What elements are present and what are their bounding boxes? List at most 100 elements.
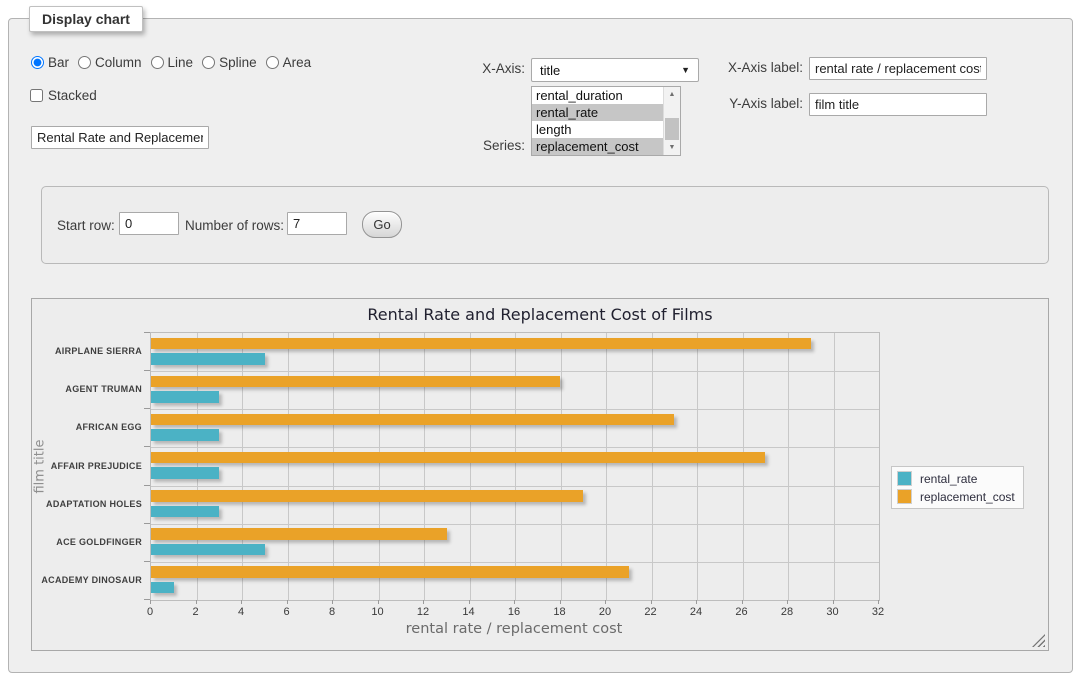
axis-tick (605, 600, 606, 604)
axis-tick (144, 446, 150, 447)
y-axis-label-input[interactable] (809, 93, 987, 116)
bar-rental_rate (151, 582, 174, 594)
gridline (515, 333, 516, 600)
radio-icon[interactable] (31, 56, 44, 69)
axis-tick (833, 600, 834, 604)
gridline (288, 333, 289, 600)
bar-replacement_cost (151, 414, 674, 426)
x-tick-label: 16 (499, 606, 529, 618)
stacked-checkbox[interactable] (30, 89, 43, 102)
stacked-label: Stacked (48, 88, 97, 103)
stacked-checkbox-row[interactable]: Stacked (30, 88, 97, 103)
series-option-length[interactable]: length (532, 121, 664, 138)
chart-type-radio-spline[interactable]: Spline (202, 55, 257, 70)
display-chart-fieldset: Display chart BarColumnLineSplineArea St… (8, 18, 1073, 673)
bar-rental_rate (151, 429, 219, 441)
start-row-input[interactable] (119, 212, 179, 235)
gridline (242, 333, 243, 600)
number-of-rows-input[interactable] (287, 212, 347, 235)
x-axis-label-input[interactable] (809, 57, 987, 80)
axis-tick (742, 600, 743, 604)
axis-tick (378, 600, 379, 604)
chart-type-radio-line[interactable]: Line (151, 55, 194, 70)
series-option-replacement_cost[interactable]: replacement_cost (532, 138, 664, 155)
radio-icon[interactable] (151, 56, 164, 69)
legend-item: replacement_cost (897, 489, 1015, 504)
x-axis-select[interactable]: title ▼ (531, 58, 699, 82)
gridline (743, 333, 744, 600)
gridline (606, 333, 607, 600)
page: Display chart BarColumnLineSplineArea St… (0, 0, 1081, 681)
bar-replacement_cost (151, 376, 560, 388)
axis-tick (651, 600, 652, 604)
bar-replacement_cost (151, 452, 765, 464)
gridline (424, 333, 425, 600)
axis-tick (150, 600, 151, 604)
x-tick-label: 12 (408, 606, 438, 618)
category-label: AFRICAN EGG (32, 421, 142, 433)
axis-tick (560, 600, 561, 604)
chart-type-label: Spline (219, 55, 257, 70)
axis-tick (787, 600, 788, 604)
legend-label: replacement_cost (920, 490, 1015, 504)
x-tick-label: 10 (363, 606, 393, 618)
x-tick-label: 32 (863, 606, 893, 618)
start-row-label: Start row: (57, 218, 115, 233)
x-tick-label: 24 (681, 606, 711, 618)
gridline (379, 333, 380, 600)
axis-tick (144, 485, 150, 486)
gridline (652, 333, 653, 600)
chart-type-radio-column[interactable]: Column (78, 55, 142, 70)
chart-type-label: Bar (48, 55, 69, 70)
axis-tick (144, 561, 150, 562)
radio-icon[interactable] (202, 56, 215, 69)
axis-tick (144, 523, 150, 524)
chart-type-radio-area[interactable]: Area (266, 55, 312, 70)
bar-rental_rate (151, 353, 265, 365)
series-option-rental_rate[interactable]: rental_rate (532, 104, 664, 121)
gridline (788, 333, 789, 600)
category-label: AFFAIR PREJUDICE (32, 460, 142, 472)
gridline (470, 333, 471, 600)
number-of-rows-label: Number of rows: (185, 218, 284, 233)
chart-type-radio-bar[interactable]: Bar (31, 55, 69, 70)
y-axis-label-label: Y-Axis label: (701, 96, 803, 111)
radio-icon[interactable] (266, 56, 279, 69)
x-tick-label: 6 (272, 606, 302, 618)
listbox-scrollbar[interactable]: ▲ ▼ (663, 87, 680, 155)
series-option-rental_duration[interactable]: rental_duration (532, 87, 664, 104)
legend-swatch-icon (897, 471, 912, 486)
axis-tick (332, 600, 333, 604)
axis-tick (144, 408, 150, 409)
chart-legend: rental_rate replacement_cost (891, 466, 1024, 509)
gridline (151, 524, 879, 525)
axis-tick (423, 600, 424, 604)
category-label: AIRPLANE SIERRA (32, 345, 142, 357)
gridline (151, 447, 879, 448)
axis-tick (469, 600, 470, 604)
series-options: rental_durationrental_ratelengthreplacem… (532, 87, 664, 155)
scroll-down-icon[interactable]: ▼ (664, 140, 680, 155)
chart-container: Rental Rate and Replacement Cost of Film… (31, 298, 1049, 651)
axis-tick (241, 600, 242, 604)
axis-tick (196, 600, 197, 604)
scroll-up-icon[interactable]: ▲ (664, 87, 680, 102)
bar-replacement_cost (151, 338, 811, 350)
legend-label: rental_rate (920, 472, 977, 486)
series-listbox[interactable]: rental_durationrental_ratelengthreplacem… (531, 86, 681, 156)
chart-type-label: Line (168, 55, 194, 70)
series-listbox-label: Series: (441, 138, 525, 153)
chart-title-input[interactable] (31, 126, 209, 149)
legend-item: rental_rate (897, 471, 1015, 486)
x-tick-label: 20 (590, 606, 620, 618)
x-tick-label: 2 (181, 606, 211, 618)
chart-title: Rental Rate and Replacement Cost of Film… (32, 305, 1048, 324)
radio-icon[interactable] (78, 56, 91, 69)
x-tick-label: 0 (135, 606, 165, 618)
bar-replacement_cost (151, 490, 583, 502)
x-tick-label: 8 (317, 606, 347, 618)
gridline (561, 333, 562, 600)
chart-type-label: Area (283, 55, 312, 70)
resize-grip-icon[interactable] (1032, 634, 1045, 647)
go-button[interactable]: Go (362, 211, 402, 238)
